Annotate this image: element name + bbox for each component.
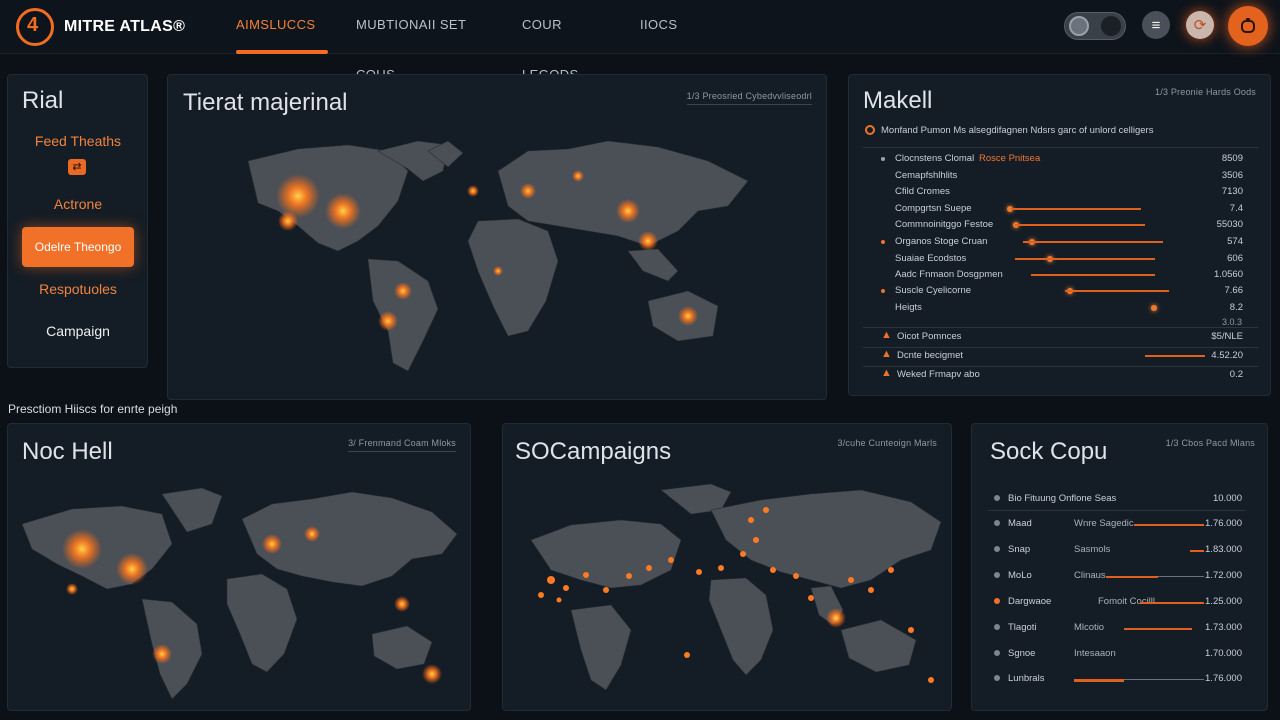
top-bar: 4 MITRE ATLAS® AIMSLUCCS MUBTIONAII SET …: [0, 0, 1280, 82]
table-row[interactable]: Lunbrals 1.76.000: [994, 670, 1242, 690]
side-item-actrone[interactable]: Actrone: [22, 196, 134, 212]
noc-panel: Noc Hell 3/ Frenmand Coam Mloks: [7, 423, 471, 711]
threat-map-panel: Tierat majerinal 1/3 Preosried Cybedvvli…: [167, 74, 827, 400]
soc-campaigns-panel: SOCampaigns 3/cuhe Cunteoign Marls: [502, 423, 952, 711]
makell-panel: Makell 1/3 Preonie Hards Oods Monfand Pu…: [848, 74, 1271, 396]
theme-toggle-icon[interactable]: [1064, 12, 1126, 40]
soc-world-map[interactable]: [511, 480, 947, 706]
list-item[interactable]: Heigts 8.2: [895, 300, 1243, 316]
list-item[interactable]: Organos Stoge Cruan 574: [881, 234, 1243, 250]
alert-row[interactable]: ▲ Dcnte becigmet 4.52.20: [881, 348, 1243, 364]
sock-meta: 1/3 Cbos Pacd Mlans: [1165, 438, 1255, 448]
table-row[interactable]: Snap Sasmols 1.83.000: [994, 541, 1242, 561]
brand-name: MITRE ATLAS®: [64, 18, 186, 35]
table-row[interactable]: MoLo Clinaus 1.72.000: [994, 567, 1242, 587]
logo[interactable]: 4 MITRE ATLAS®: [16, 8, 185, 46]
table-row[interactable]: Tlagoti Mlcotio 1.73.000: [994, 619, 1242, 639]
search-icon: [865, 125, 875, 135]
nav-tab-aimslucc[interactable]: AIMSLUCCS: [236, 0, 328, 54]
side-item-respotuoles[interactable]: Respotuoles: [22, 281, 134, 297]
atlas-logo-icon: 4: [16, 8, 54, 46]
side-item-odelre-theongo[interactable]: Odelre Theongo: [22, 227, 134, 267]
side-item-campaign[interactable]: Campaign: [22, 323, 134, 339]
warning-icon: ▲: [881, 329, 892, 341]
nav-tab-iiocs[interactable]: IIOCS: [640, 0, 700, 54]
warning-icon: ▲: [881, 348, 892, 360]
sock-header-row[interactable]: Bio Fituung Onflone Seas 10.000: [994, 490, 1242, 510]
makell-meta: 1/3 Preonie Hards Oods: [1155, 87, 1256, 97]
user-avatar-icon[interactable]: [1228, 6, 1268, 46]
list-item[interactable]: Compgrtsn Suepe 7.4: [895, 201, 1243, 217]
list-item[interactable]: Cfild Cromes 7130: [895, 184, 1243, 200]
list-item[interactable]: Commnoinitggo Festoe 55030: [895, 217, 1243, 233]
main-nav: AIMSLUCCS MUBTIONAII SET COUS COUR LEGOD…: [222, 0, 700, 82]
noc-world-map[interactable]: [12, 484, 464, 704]
list-item[interactable]: Suaiae Ecodstos 606: [895, 251, 1243, 267]
alert-row[interactable]: ▲ Oicot Pomnces $5/NLE: [881, 329, 1243, 345]
world-threat-map[interactable]: [228, 131, 768, 381]
table-row[interactable]: Dargwaoe Fomoit Cocilll 1.25.000: [994, 593, 1242, 613]
table-row[interactable]: Sgnoe Intesaaon 1.70.000: [994, 645, 1242, 665]
makell-subtitle: Monfand Pumon Ms alsegdifagnen Ndsrs gar…: [881, 125, 1154, 136]
makell-footer-extra: 3.0.3: [1221, 317, 1242, 327]
list-item[interactable]: Cemapfshlhlits 3506: [895, 168, 1243, 184]
side-item-feed-theaths[interactable]: Feed Theaths: [22, 133, 134, 149]
list-item[interactable]: Aadc Fnmaon Dosgpmen 1.0560: [895, 267, 1243, 283]
soc-meta: 3/cuhe Cunteoign Marls: [837, 438, 937, 448]
makell-title: Makell: [863, 87, 933, 114]
warning-icon: ▲: [881, 367, 892, 379]
menu-icon[interactable]: ≡: [1142, 11, 1170, 39]
alert-row[interactable]: ▲ Weked Frmapv abo 0.2: [881, 367, 1243, 383]
noc-title: Noc Hell: [22, 438, 113, 465]
soc-title: SOCampaigns: [515, 438, 672, 465]
noc-meta: 3/ Frenmand Coam Mloks: [348, 438, 456, 452]
section-caption: Presctiom Hiiscs for enrte peigh: [8, 402, 178, 416]
table-row[interactable]: Maad Wnre Sagedic 1.76.000: [994, 515, 1242, 535]
feed-badge-icon: ⇄: [68, 159, 86, 175]
nav-tab-mubtionaii-set-cous[interactable]: MUBTIONAII SET COUS: [356, 0, 496, 82]
nav-tab-cour-legods[interactable]: COUR LEGODS: [522, 0, 622, 82]
list-item[interactable]: Suscle Cyelicorne 7.66: [881, 283, 1243, 299]
threat-map-meta: 1/3 Preosried Cybedvvliseodrl: [686, 91, 812, 105]
list-item[interactable]: Clocnstens Clomal Rosce Pnitsea 8509: [881, 151, 1243, 167]
side-menu-panel: Rial Feed Theaths ⇄ Actrone Odelre Theon…: [7, 74, 148, 368]
threat-map-title: Tierat majerinal: [183, 89, 348, 116]
side-menu-title: Rial: [22, 87, 64, 114]
sock-title: Sock Copu: [990, 438, 1108, 465]
history-icon[interactable]: ⟳: [1186, 11, 1214, 39]
